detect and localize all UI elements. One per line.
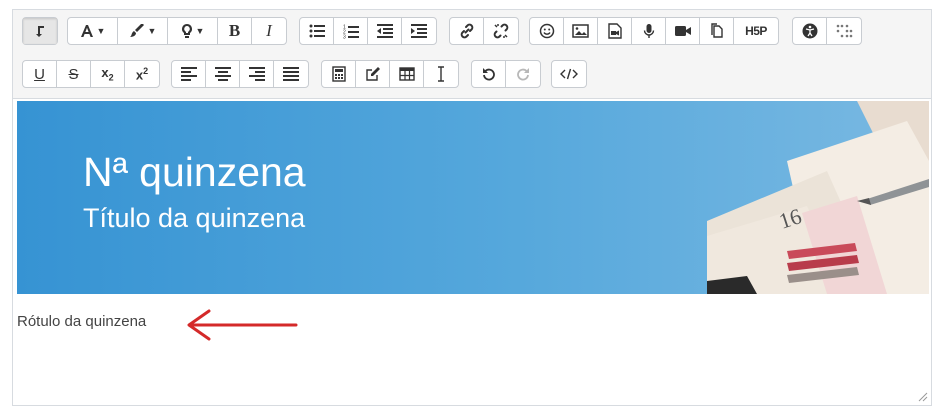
text-editor: ▼ ▼ ▼ B I 123 H5P U S x2 x2 Nª quinzena … bbox=[12, 9, 932, 406]
toolbar-group-media: H5P bbox=[529, 17, 779, 45]
superscript-icon: x2 bbox=[135, 65, 149, 83]
unlink-icon bbox=[493, 23, 509, 39]
outdent-button[interactable] bbox=[368, 18, 402, 44]
numbered-list-icon: 123 bbox=[343, 24, 359, 39]
styles-button[interactable]: ▼ bbox=[168, 18, 218, 44]
table-icon bbox=[398, 67, 415, 81]
align-right-icon bbox=[248, 67, 265, 81]
accessibility-icon bbox=[802, 23, 817, 39]
unlink-button[interactable] bbox=[484, 18, 518, 44]
emoji-button[interactable] bbox=[530, 18, 564, 44]
media-file-icon bbox=[607, 23, 622, 39]
calculator-icon bbox=[331, 66, 346, 82]
ordered-list-button[interactable]: 123 bbox=[334, 18, 368, 44]
h5p-button[interactable]: H5P bbox=[734, 18, 778, 44]
editor-content-area[interactable]: Nª quinzena Título da quinzena 16 Rótulo… bbox=[15, 101, 930, 404]
justify-icon bbox=[283, 67, 299, 81]
video-camera-icon bbox=[674, 26, 691, 36]
agenda-book-illustration: 16 bbox=[707, 101, 929, 294]
record-audio-button[interactable] bbox=[632, 18, 666, 44]
manage-files-button[interactable] bbox=[700, 18, 734, 44]
italic-icon: I bbox=[266, 21, 272, 40]
redo-icon bbox=[517, 68, 529, 81]
font-color-icon bbox=[80, 25, 93, 37]
code-icon bbox=[560, 68, 578, 80]
link-button[interactable] bbox=[450, 18, 484, 44]
align-right-button[interactable] bbox=[240, 61, 274, 87]
equation-editor-button[interactable] bbox=[322, 61, 356, 87]
indent-icon bbox=[411, 24, 427, 38]
superscript-button[interactable]: x2 bbox=[125, 61, 159, 87]
bold-button[interactable]: B bbox=[218, 18, 252, 44]
pencil-square-icon bbox=[365, 67, 380, 81]
undo-button[interactable] bbox=[472, 61, 506, 87]
media-button[interactable] bbox=[598, 18, 632, 44]
undo-icon bbox=[482, 68, 495, 81]
screenreader-helper-button[interactable] bbox=[827, 18, 861, 44]
toolbar-toggle-icon bbox=[36, 26, 44, 37]
braille-icon bbox=[836, 24, 853, 38]
toolbar-group-insert bbox=[321, 60, 459, 88]
lightbulb-icon bbox=[181, 24, 192, 38]
text-cursor-icon bbox=[438, 66, 444, 82]
link-icon bbox=[460, 23, 473, 39]
svg-text:3: 3 bbox=[343, 34, 346, 39]
toolbar-group-format: ▼ ▼ ▼ B I bbox=[67, 17, 287, 45]
subscript-button[interactable]: x2 bbox=[91, 61, 125, 87]
bullet-list-icon bbox=[309, 24, 325, 38]
banner-image: Nª quinzena Título da quinzena 16 bbox=[17, 101, 929, 294]
resize-handle-icon[interactable] bbox=[918, 392, 928, 402]
toolbar-group-accessibility bbox=[792, 17, 862, 45]
editor-toolbar: ▼ ▼ ▼ B I 123 H5P U S x2 x2 bbox=[13, 10, 931, 99]
align-left-icon bbox=[180, 67, 197, 81]
align-center-button[interactable] bbox=[206, 61, 240, 87]
toolbar-group-links bbox=[449, 17, 519, 45]
align-center-icon bbox=[214, 67, 231, 81]
microphone-icon bbox=[643, 24, 654, 38]
annotation-arrow bbox=[187, 309, 298, 341]
subscript-icon: x2 bbox=[101, 65, 114, 83]
toolbar-group-toggle bbox=[22, 17, 58, 45]
italic-button[interactable]: I bbox=[252, 18, 286, 44]
html-button[interactable] bbox=[552, 61, 586, 87]
toolbar-group-align bbox=[171, 60, 309, 88]
underline-icon: U bbox=[34, 65, 45, 83]
clear-formatting-button[interactable] bbox=[424, 61, 458, 87]
smiley-icon bbox=[539, 23, 554, 39]
background-color-button[interactable]: ▼ bbox=[118, 18, 168, 44]
special-characters-button[interactable] bbox=[356, 61, 390, 87]
record-video-button[interactable] bbox=[666, 18, 700, 44]
redo-button[interactable] bbox=[506, 61, 540, 87]
bold-icon: B bbox=[228, 21, 241, 40]
table-button[interactable] bbox=[390, 61, 424, 87]
outdent-icon bbox=[376, 24, 393, 38]
toolbar-toggle-button[interactable] bbox=[23, 18, 57, 44]
strikethrough-icon: S bbox=[68, 65, 79, 83]
toolbar-group-history bbox=[471, 60, 541, 88]
image-icon bbox=[572, 24, 589, 38]
copy-files-icon bbox=[710, 23, 723, 38]
toolbar-group-text-style: U S x2 x2 bbox=[22, 60, 160, 88]
accessibility-checker-button[interactable] bbox=[793, 18, 827, 44]
banner-subtitle: Título da quinzena bbox=[83, 203, 306, 233]
banner-title: Nª quinzena bbox=[83, 149, 306, 195]
paintbrush-icon bbox=[129, 24, 144, 37]
toolbar-group-html bbox=[551, 60, 587, 88]
fortnight-label: Rótulo da quinzena bbox=[17, 313, 147, 330]
font-color-button[interactable]: ▼ bbox=[68, 18, 118, 44]
strikethrough-button[interactable]: S bbox=[57, 61, 91, 87]
justify-button[interactable] bbox=[274, 61, 308, 87]
image-button[interactable] bbox=[564, 18, 598, 44]
toolbar-group-lists: 123 bbox=[299, 17, 437, 45]
indent-button[interactable] bbox=[402, 18, 436, 44]
underline-button[interactable]: U bbox=[23, 61, 57, 87]
unordered-list-button[interactable] bbox=[300, 18, 334, 44]
h5p-icon: H5P bbox=[745, 24, 767, 38]
align-left-button[interactable] bbox=[172, 61, 206, 87]
